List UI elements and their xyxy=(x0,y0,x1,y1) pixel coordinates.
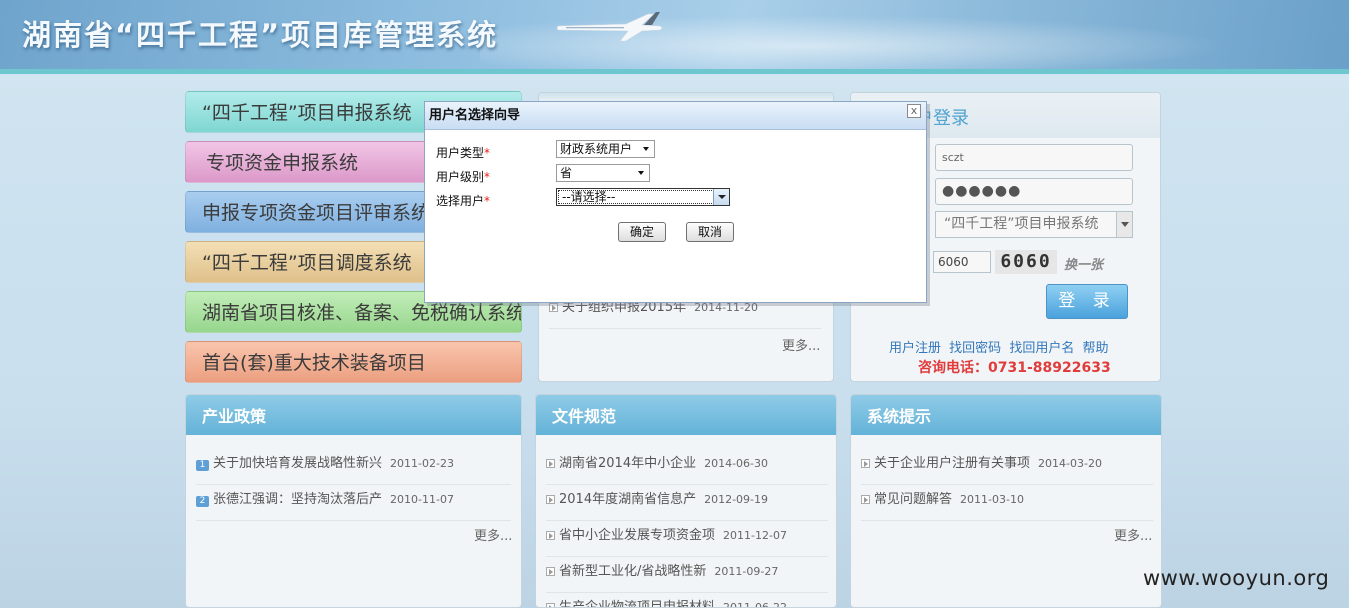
list-item-title: 生产企业物流项目申报材料 xyxy=(559,600,716,608)
list-item-date: 2012-09-19 xyxy=(704,493,769,506)
help-link[interactable]: 帮助 xyxy=(1082,341,1108,356)
list-item-title: 关于企业用户注册有关事项 xyxy=(874,456,1031,471)
more-link[interactable]: 更多... xyxy=(474,525,512,544)
list-item-title: 关于加快培育发展战略性新兴 xyxy=(213,456,383,471)
captcha-refresh-link[interactable]: 换一张 xyxy=(1064,254,1103,273)
list-item-title: 省新型工业化/省战略性新 xyxy=(559,564,707,579)
list-item-title: 2014年度湖南省信息产 xyxy=(559,492,697,507)
chevron-down-icon xyxy=(638,171,644,175)
required-mark: * xyxy=(484,194,491,208)
select-user-label-text: 选择用户 xyxy=(436,194,485,208)
register-link[interactable]: 用户注册 xyxy=(889,341,941,356)
user-type-value: 财政系统用户 xyxy=(560,142,633,156)
required-mark: * xyxy=(484,146,491,160)
chevron-down-icon xyxy=(643,147,649,151)
username-input[interactable]: sczt xyxy=(935,144,1133,171)
arrow-bullet-icon xyxy=(546,495,555,504)
system-select[interactable]: “四千工程”项目申报系统 xyxy=(935,211,1133,238)
arrow-bullet-icon xyxy=(861,459,870,468)
arrow-bullet-icon xyxy=(546,531,555,540)
list-item-date: 2014-06-30 xyxy=(704,457,769,470)
tips-panel-title: 系统提示 xyxy=(851,395,1161,435)
menu-major-equipment-project[interactable]: 首台(套)重大技术装备项目 xyxy=(185,341,522,383)
arrow-bullet-icon xyxy=(546,459,555,468)
policy-panel-title: 产业政策 xyxy=(186,395,521,435)
list-item[interactable]: 生产企业物流项目申报材料 2011-06-22 xyxy=(546,593,828,608)
login-links: 用户注册 找回密码 找回用户名 帮助 xyxy=(889,337,1112,356)
list-item-date: 2011-03-10 xyxy=(960,493,1024,506)
user-level-select[interactable]: 省 xyxy=(556,164,650,182)
list-item[interactable]: 2014年度湖南省信息产 2012-09-19 xyxy=(546,485,828,521)
list-item[interactable]: 省新型工业化/省战略性新 2011-09-27 xyxy=(546,557,828,593)
chevron-down-icon xyxy=(713,189,729,205)
chevron-down-icon xyxy=(1116,212,1132,237)
user-level-value: 省 xyxy=(560,166,573,180)
list-item[interactable]: 省中小企业发展专项资金项 2011-12-07 xyxy=(546,521,828,557)
arrow-bullet-icon xyxy=(861,495,870,504)
find-username-link[interactable]: 找回用户名 xyxy=(1009,341,1074,356)
user-type-label-text: 用户类型 xyxy=(436,146,485,160)
number-badge-icon: 1 xyxy=(196,460,209,471)
list-item[interactable]: 1 关于加快培育发展战略性新兴 2011-02-23 xyxy=(196,449,511,485)
list-item-date: 2014-03-20 xyxy=(1038,457,1102,470)
login-button[interactable]: 登 录 xyxy=(1046,284,1128,319)
tips-panel: 系统提示 关于企业用户注册有关事项 2014-03-20 常见问题解答 2011-0… xyxy=(850,394,1162,608)
list-item[interactable]: 关于企业用户注册有关事项 2014-03-20 xyxy=(861,449,1153,485)
list-item[interactable]: 2 张德江强调：坚持淘汰落后产 2010-11-07 xyxy=(196,485,511,521)
hotline-text: 咨询电话：0731-88922633 xyxy=(918,360,1111,376)
docs-panel: 文件规范 湖南省2014年中小企业 2014-06-30 2014年度湖南省信息产… xyxy=(535,394,837,608)
user-type-label: 用户类型* xyxy=(436,144,490,161)
list-item-title: 省中小企业发展专项资金项 xyxy=(559,528,716,543)
select-user-value: --请选择-- xyxy=(562,190,616,204)
username-wizard-dialog: 用户名选择向导 x 用户类型* 财政系统用户 用户级别* 省 选择用户* --请… xyxy=(424,101,927,303)
list-item-title: 常见问题解答 xyxy=(874,492,953,507)
password-input[interactable]: ●●●●●● xyxy=(935,178,1133,205)
user-type-select[interactable]: 财政系统用户 xyxy=(556,140,655,158)
header-banner: 湖南省“四千工程”项目库管理系统 xyxy=(0,0,1349,74)
required-mark: * xyxy=(484,170,491,184)
user-level-label: 用户级别* xyxy=(436,168,490,185)
captcha-image: 6060 xyxy=(995,250,1057,274)
close-icon[interactable]: x xyxy=(907,104,921,118)
more-link[interactable]: 更多... xyxy=(782,335,820,354)
dialog-title: 用户名选择向导 xyxy=(425,102,926,130)
docs-panel-title: 文件规范 xyxy=(536,395,836,435)
list-item-date: 2011-09-27 xyxy=(714,565,779,578)
arrow-bullet-icon xyxy=(546,567,555,576)
arrow-bullet-icon xyxy=(546,603,555,607)
more-link[interactable]: 更多... xyxy=(1114,525,1152,544)
list-item[interactable]: 常见问题解答 2011-03-10 xyxy=(861,485,1153,521)
list-item-title: 张德江强调：坚持淘汰落后产 xyxy=(213,492,383,507)
number-badge-icon: 2 xyxy=(196,496,209,507)
list-item[interactable]: 湖南省2014年中小企业 2014-06-30 xyxy=(546,449,828,485)
arrow-bullet-icon xyxy=(549,303,558,312)
airplane-icon xyxy=(556,12,663,42)
find-password-link[interactable]: 找回密码 xyxy=(949,341,1001,356)
page-title: 湖南省“四千工程”项目库管理系统 xyxy=(22,18,499,52)
watermark: www.wooyun.org xyxy=(1143,566,1330,590)
confirm-button[interactable]: 确定 xyxy=(618,222,666,242)
captcha-input[interactable]: 6060 xyxy=(933,251,991,273)
select-user-label: 选择用户* xyxy=(436,192,490,209)
list-item-date: 2010-11-07 xyxy=(390,493,454,506)
select-user-select[interactable]: --请选择-- xyxy=(556,188,730,206)
list-item-title: 湖南省2014年中小企业 xyxy=(559,456,697,471)
list-item-date: 2011-02-23 xyxy=(390,457,454,470)
policy-panel: 产业政策 1 关于加快培育发展战略性新兴 2011-02-23 2 张德江强调：坚持淘… xyxy=(185,394,522,608)
cancel-button[interactable]: 取消 xyxy=(686,222,734,242)
user-level-label-text: 用户级别 xyxy=(436,170,485,184)
list-item-date: 2011-12-07 xyxy=(723,529,787,542)
notice-panel-head xyxy=(539,93,833,101)
system-select-value: “四千工程”项目申报系统 xyxy=(944,216,1099,232)
list-item-date: 2011-06-22 xyxy=(723,601,787,608)
